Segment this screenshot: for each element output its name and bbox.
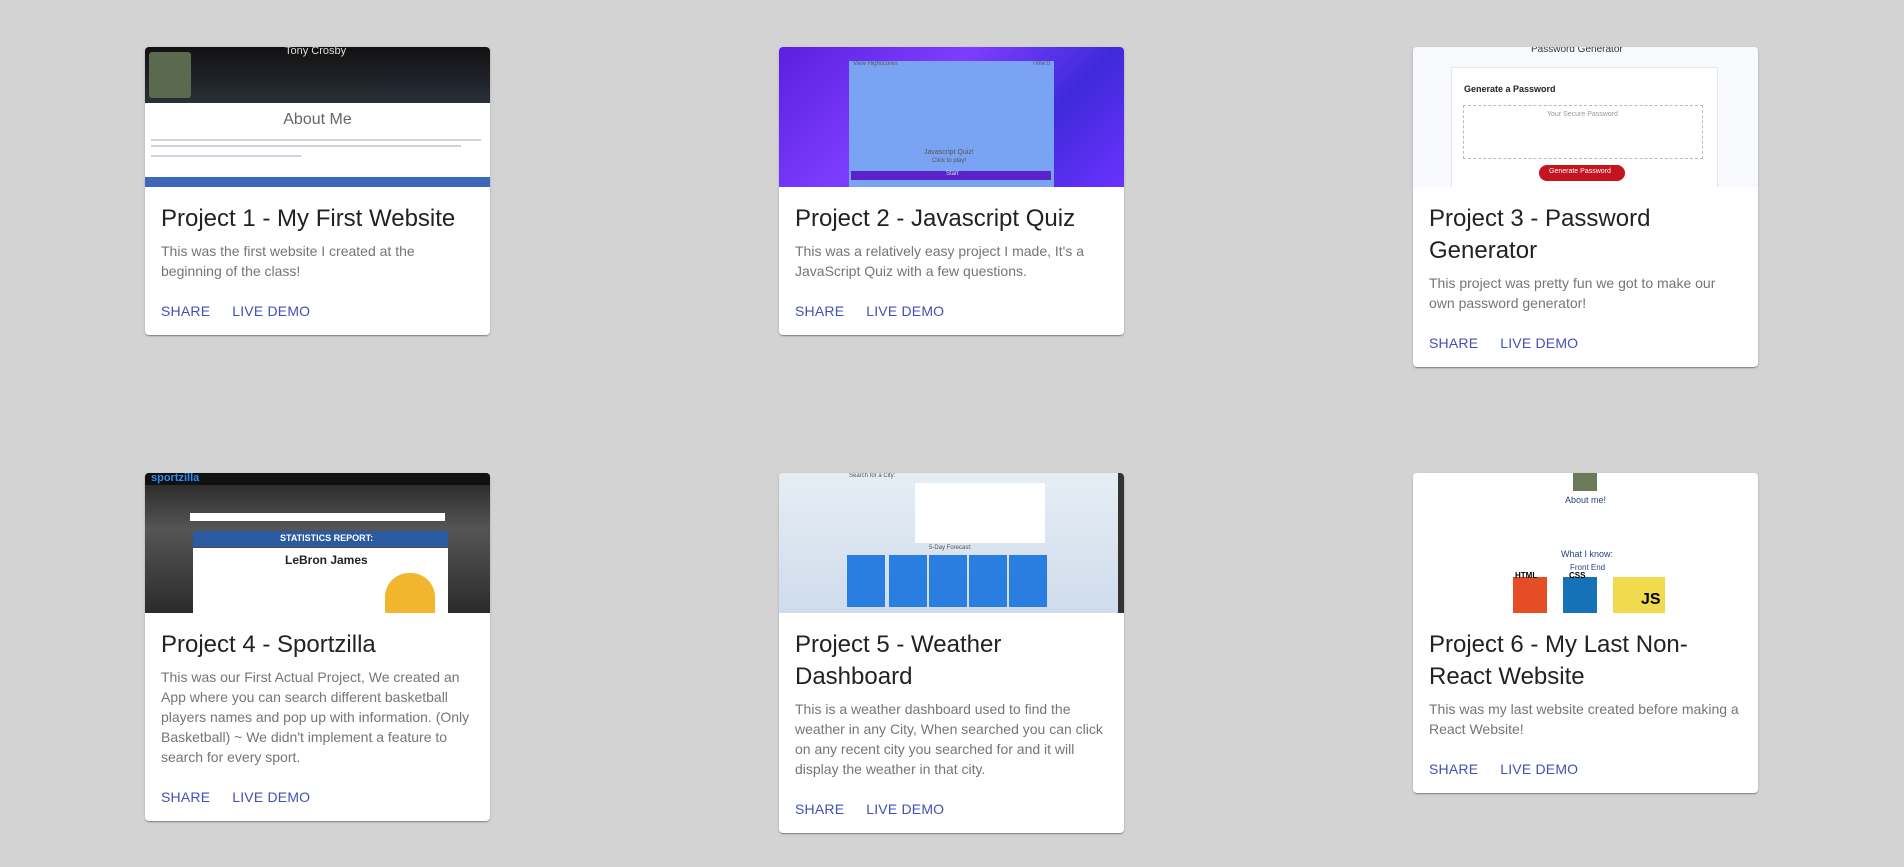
live-demo-button[interactable]: LIVE DEMO	[224, 303, 318, 319]
live-demo-button[interactable]: LIVE DEMO	[858, 801, 952, 817]
share-button[interactable]: SHARE	[787, 303, 852, 319]
project-5-thumbnail: Search for a City: 5-Day Forecast:	[779, 473, 1124, 613]
html5-icon	[1513, 577, 1547, 613]
card-title: Project 4 - Sportzilla	[161, 631, 376, 658]
card-description: This was my last website created before …	[1429, 701, 1739, 737]
card-title: Project 5 - Weather Dashboard	[795, 631, 1002, 690]
share-button[interactable]: SHARE	[1421, 761, 1486, 777]
live-demo-button[interactable]: LIVE DEMO	[1492, 335, 1586, 351]
project-card-4: sportzilla STATISTICS REPORT: LeBron Jam…	[145, 473, 490, 821]
project-1-thumbnail: Tony Crosby About Me	[145, 47, 490, 187]
card-description: This was a relatively easy project I mad…	[795, 243, 1085, 279]
share-button[interactable]: SHARE	[1421, 335, 1486, 351]
avatar	[1573, 473, 1597, 491]
live-demo-button[interactable]: LIVE DEMO	[1492, 761, 1586, 777]
project-3-thumbnail: Password Generator Generate a Password Y…	[1413, 47, 1758, 187]
card-title: Project 6 - My Last Non-React Website	[1429, 631, 1688, 690]
project-6-thumbnail: About me! What I know: Front End HTML CS…	[1413, 473, 1758, 613]
project-4-thumbnail: sportzilla STATISTICS REPORT: LeBron Jam…	[145, 473, 490, 613]
project-card-3: Password Generator Generate a Password Y…	[1413, 47, 1758, 367]
share-button[interactable]: SHARE	[153, 789, 218, 805]
project-2-thumbnail: View Highscores Time:0 Javascript Quiz! …	[779, 47, 1124, 187]
live-demo-button[interactable]: LIVE DEMO	[858, 303, 952, 319]
card-description: This project was pretty fun we got to ma…	[1429, 275, 1716, 311]
card-title: Project 1 - My First Website	[161, 205, 456, 232]
avatar	[149, 52, 191, 98]
css3-icon	[1563, 577, 1597, 613]
project-card-2: View Highscores Time:0 Javascript Quiz! …	[779, 47, 1124, 335]
share-button[interactable]: SHARE	[153, 303, 218, 319]
card-title: Project 2 - Javascript Quiz	[795, 205, 1076, 232]
project-card-6: About me! What I know: Front End HTML CS…	[1413, 473, 1758, 793]
project-card-1: Tony Crosby About Me Project 1 - My Firs…	[145, 47, 490, 335]
card-description: This was the first website I created at …	[161, 243, 415, 279]
card-description: This is a weather dashboard used to find…	[795, 701, 1103, 777]
card-title: Project 3 - Password Generator	[1429, 205, 1651, 264]
card-description: This was our First Actual Project, We cr…	[161, 669, 470, 765]
share-button[interactable]: SHARE	[787, 801, 852, 817]
project-card-5: Search for a City: 5-Day Forecast: Proje…	[779, 473, 1124, 833]
live-demo-button[interactable]: LIVE DEMO	[224, 789, 318, 805]
